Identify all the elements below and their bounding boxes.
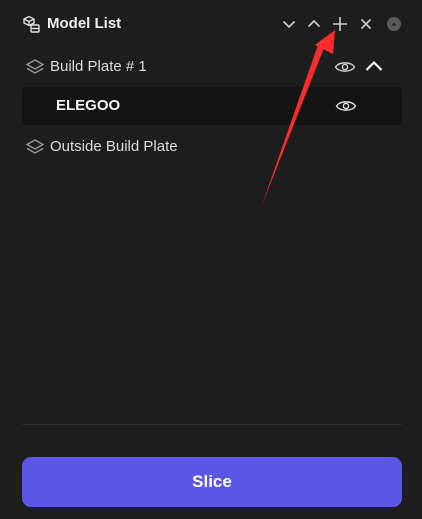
add-plate-button[interactable] xyxy=(329,13,351,35)
tree-row-outside-plate[interactable]: Outside Build Plate xyxy=(22,128,402,166)
tree-row-build-plate[interactable]: Build Plate # 1 xyxy=(22,48,402,86)
slice-button[interactable]: Slice xyxy=(22,457,402,507)
eye-icon[interactable] xyxy=(334,59,356,75)
divider xyxy=(22,424,402,425)
layers-icon xyxy=(25,137,45,157)
model-list-icon xyxy=(21,14,41,34)
chevron-up-icon[interactable] xyxy=(363,58,385,74)
collapse-all-button[interactable] xyxy=(303,13,325,35)
eye-icon[interactable] xyxy=(335,98,357,114)
model-label: ELEGOO xyxy=(56,97,121,114)
panel-header: Model List xyxy=(0,0,422,48)
close-icon xyxy=(360,18,372,30)
outside-plate-label: Outside Build Plate xyxy=(50,138,178,155)
chevron-up-icon xyxy=(307,19,321,28)
chevron-down-icon xyxy=(282,20,296,29)
plus-icon xyxy=(333,17,347,31)
delete-button[interactable] xyxy=(355,13,377,35)
model-list-panel: Model List Build Plate # 1 ELEGOO Outsid… xyxy=(0,0,422,519)
collapse-icon xyxy=(387,17,401,31)
expand-all-button[interactable] xyxy=(278,13,300,35)
build-plate-label: Build Plate # 1 xyxy=(50,58,147,75)
tree-row-model[interactable]: ELEGOO xyxy=(22,87,402,125)
panel-title: Model List xyxy=(47,15,122,32)
layers-icon xyxy=(25,57,45,77)
collapse-panel-button[interactable] xyxy=(383,13,405,35)
